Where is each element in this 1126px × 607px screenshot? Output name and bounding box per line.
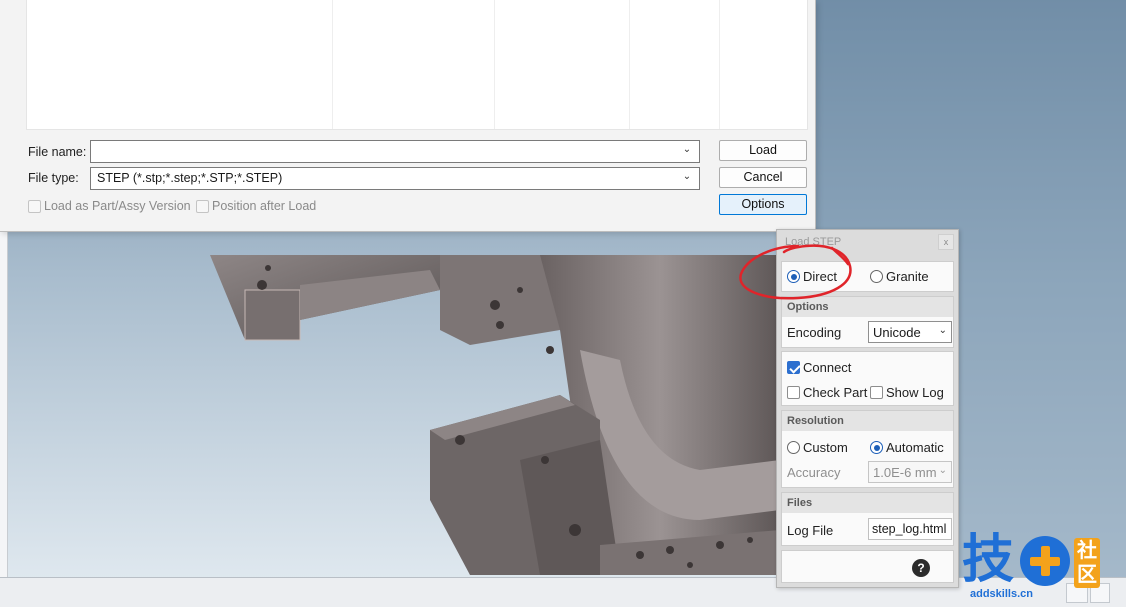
watermark-url: addskills.cn	[970, 588, 1033, 600]
log-file-label: Log File	[787, 523, 833, 538]
check-part-checkbox[interactable]: Check Part	[787, 385, 867, 400]
checkbox-box[interactable]	[787, 386, 800, 399]
custom-label: Custom	[803, 440, 848, 455]
resolution-section: Resolution Custom Automatic Accuracy 1.0…	[781, 410, 954, 488]
encoding-value[interactable]: Unicode	[873, 325, 921, 340]
cancel-button[interactable]: Cancel	[719, 167, 807, 188]
chevron-down-icon[interactable]: ⌄	[939, 465, 947, 476]
automatic-radio[interactable]: Automatic	[870, 440, 944, 455]
radio-unselected[interactable]	[870, 270, 883, 283]
show-log-label: Show Log	[886, 385, 944, 400]
custom-radio[interactable]: Custom	[787, 440, 848, 455]
files-header: Files	[782, 493, 953, 513]
granite-label: Granite	[886, 269, 929, 284]
automatic-label: Automatic	[886, 440, 944, 455]
accuracy-select[interactable]: 1.0E-6 mm ⌄	[868, 461, 952, 483]
watermark-char: 社	[1077, 538, 1097, 562]
column-divider[interactable]	[494, 0, 495, 129]
load-as-part-label: Load as Part/Assy Version	[44, 199, 191, 213]
file-type-select[interactable]: STEP (*.stp;*.step;*.STP;*.STEP) ⌄	[90, 167, 700, 190]
encoding-label: Encoding	[787, 325, 841, 340]
log-file-value[interactable]: step_log.html	[872, 522, 946, 536]
file-name-combo[interactable]: ⌄	[90, 140, 700, 163]
encoding-select[interactable]: Unicode ⌄	[868, 321, 952, 343]
connect-checkbox[interactable]: Connect	[787, 360, 851, 375]
log-file-input[interactable]: step_log.html	[868, 518, 952, 540]
chevron-down-icon[interactable]: ⌄	[681, 171, 693, 185]
encoding-text: Encoding	[787, 325, 842, 340]
file-open-dialog: File name: ⌄ File type: STEP (*.stp;*.st…	[0, 0, 816, 232]
granite-radio[interactable]: Granite	[870, 269, 929, 284]
show-log-checkbox[interactable]: Show Log	[870, 385, 944, 400]
close-icon[interactable]: x	[938, 234, 954, 250]
position-after-load-label: Position after Load	[212, 199, 317, 213]
help-section: ?	[781, 550, 954, 583]
help-icon[interactable]: ?	[912, 559, 930, 577]
flags-section: Connect Check Part Show Log	[781, 351, 954, 406]
radio-unselected[interactable]	[787, 441, 800, 454]
plus-logo-icon	[1020, 536, 1070, 586]
watermark-badge: 社 区	[1074, 538, 1100, 588]
file-name-label: File name:	[28, 145, 87, 159]
checkbox-box[interactable]	[28, 199, 41, 213]
radio-selected[interactable]	[870, 441, 883, 454]
connect-label: Connect	[803, 360, 852, 375]
accuracy-label: Accuracy	[787, 465, 840, 480]
position-after-load-checkbox[interactable]: Position after Load	[196, 198, 316, 214]
checkbox-checked[interactable]	[787, 361, 800, 374]
checkbox-box[interactable]	[870, 386, 883, 399]
load-button[interactable]: Load	[719, 140, 807, 161]
options-button[interactable]: Options	[719, 194, 807, 215]
chevron-down-icon[interactable]: ⌄	[939, 325, 947, 336]
watermark-char: 区	[1077, 562, 1097, 586]
checkbox-box[interactable]	[196, 199, 209, 213]
red-circle-annotation	[739, 244, 852, 300]
chevron-down-icon[interactable]: ⌄	[681, 144, 693, 158]
watermark-char: 技	[962, 530, 1015, 590]
resolution-header: Resolution	[782, 411, 953, 431]
check-part-label: Check Part	[803, 385, 868, 400]
column-divider[interactable]	[719, 0, 720, 129]
load-as-part-checkbox[interactable]: Load as Part/Assy Version	[28, 198, 196, 214]
file-list[interactable]	[26, 0, 808, 130]
file-type-value[interactable]: STEP (*.stp;*.step;*.STP;*.STEP)	[97, 171, 282, 185]
log-file-text: Log File	[787, 523, 834, 538]
column-divider[interactable]	[332, 0, 333, 129]
file-type-label: File type:	[28, 171, 79, 185]
watermark-logo: 技 社 区 addskills.cn	[962, 532, 1122, 604]
accuracy-text: Accuracy	[787, 465, 841, 480]
accuracy-value[interactable]: 1.0E-6 mm	[873, 465, 937, 480]
column-divider[interactable]	[629, 0, 630, 129]
files-section: Files Log File step_log.html	[781, 492, 954, 546]
